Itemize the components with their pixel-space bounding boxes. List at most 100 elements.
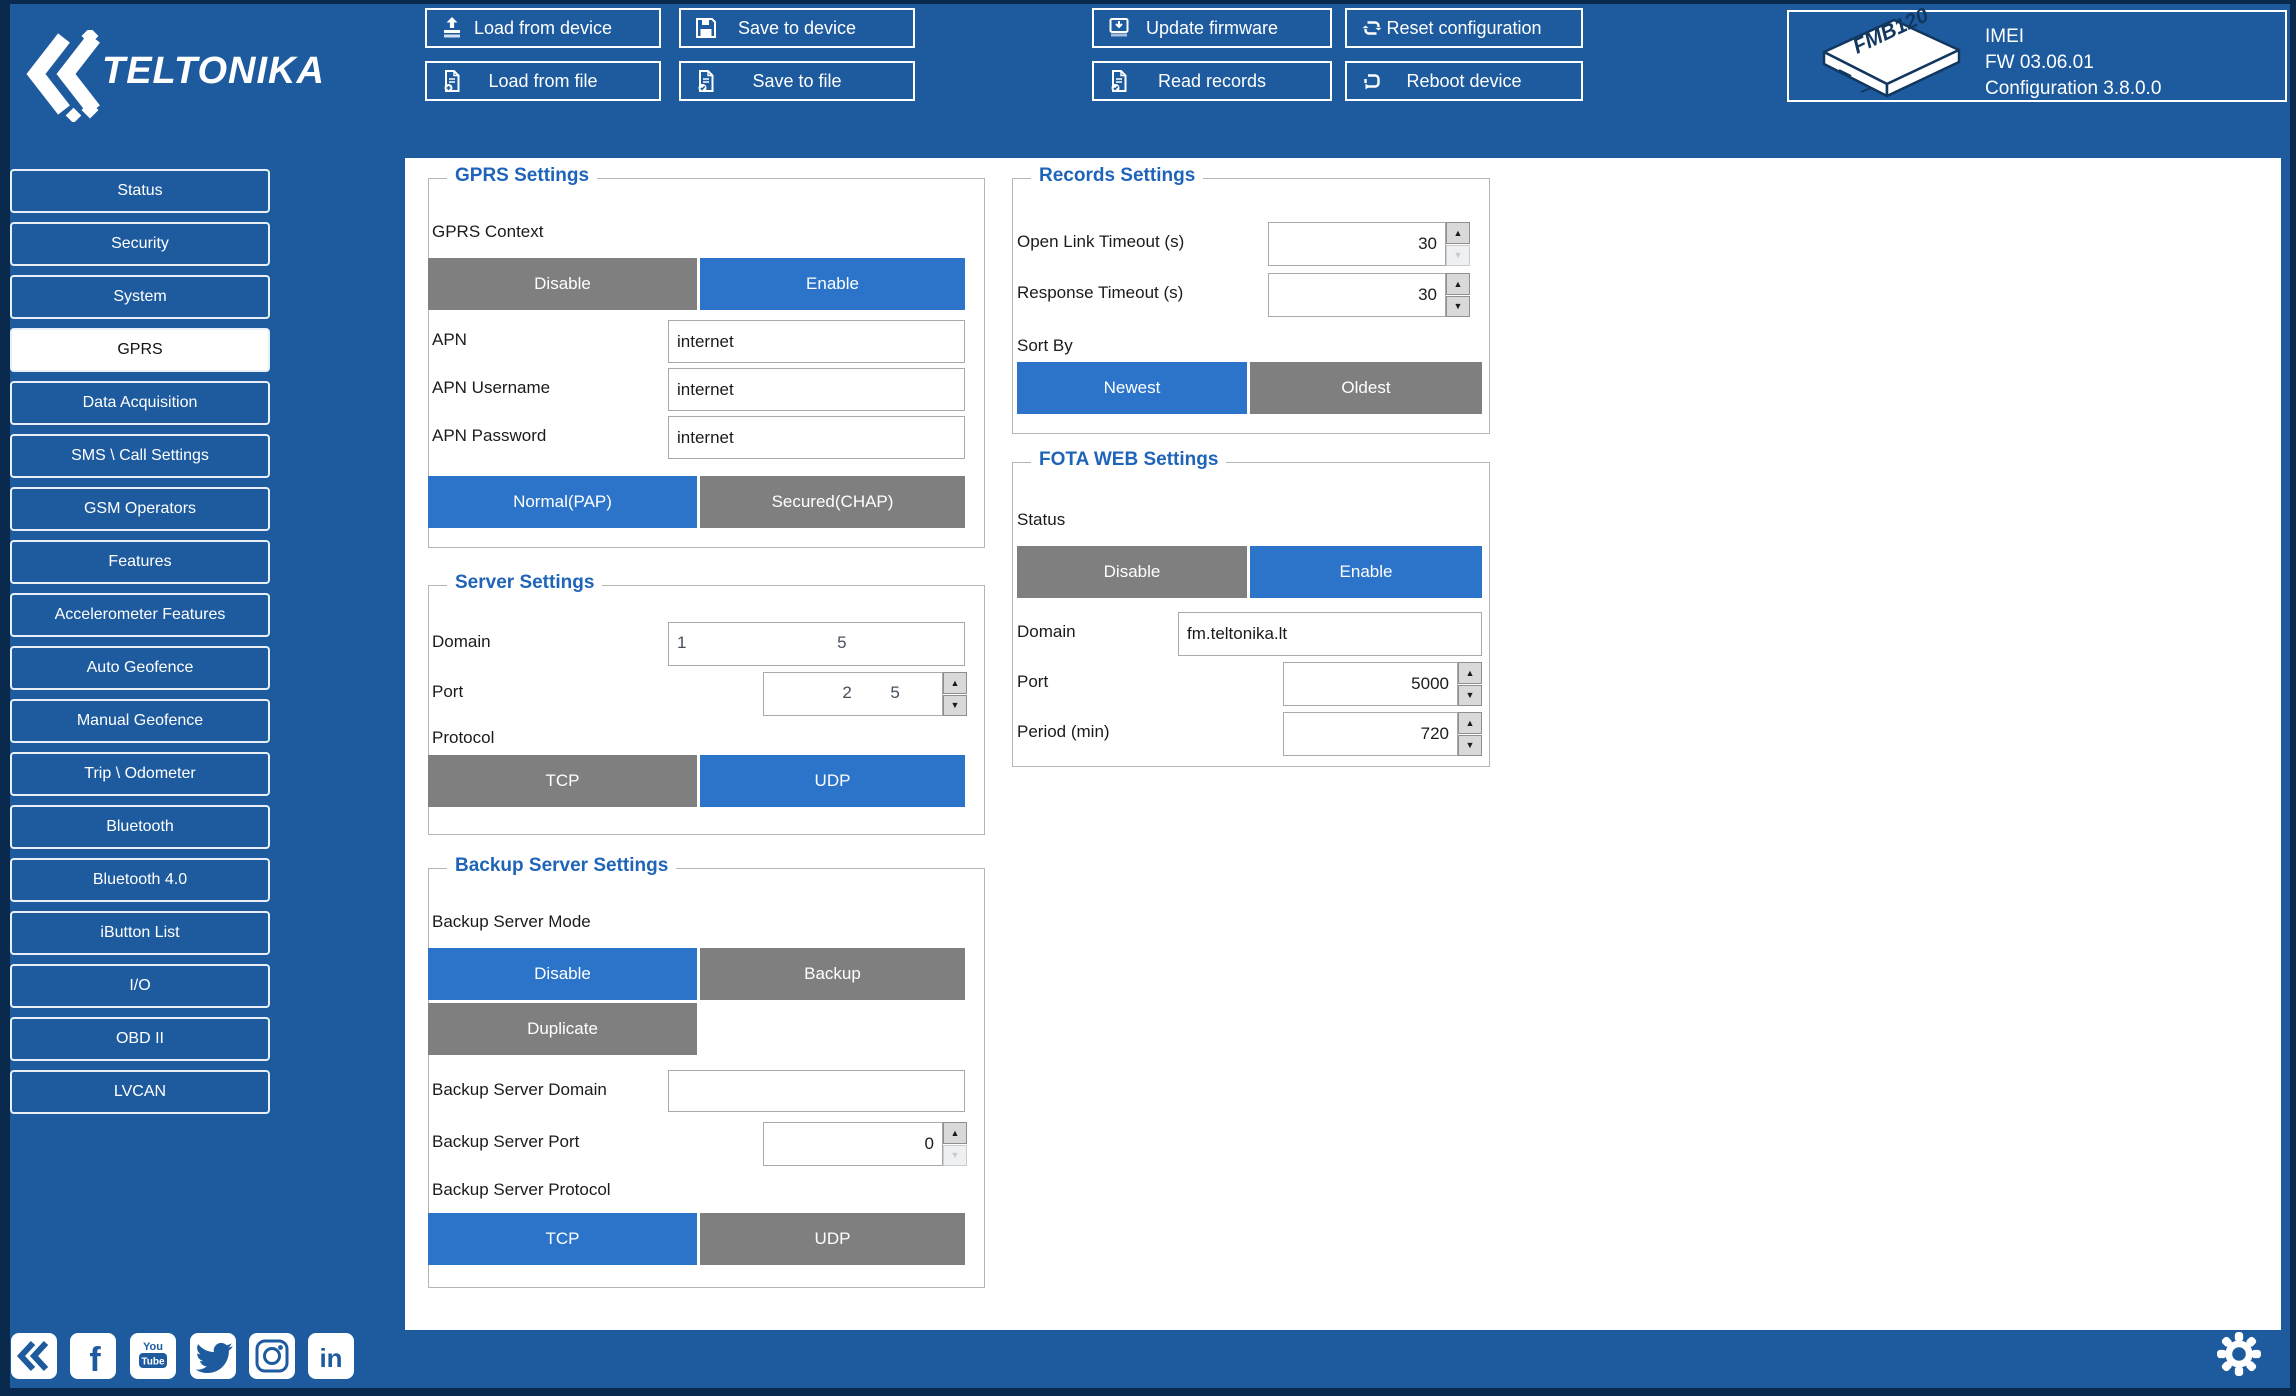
fota-period-spin-up[interactable]: ▲ [1458, 712, 1482, 734]
response-timeout-spinner: ▲ ▼ [1446, 273, 1470, 317]
open-link-timeout-spinner: ▲ ▼ [1446, 222, 1470, 266]
backup-server-protocol-label: Backup Server Protocol [432, 1180, 611, 1200]
backup-server-port-spin-down[interactable]: ▼ [943, 1145, 967, 1167]
auth-normal-pap-button[interactable]: Normal(PAP) [428, 476, 697, 528]
server-domain-fragment: 5 [837, 633, 846, 653]
device-info-panel: FMB120 IMEI FW 03.06.01 Configuration 3.… [1787, 10, 2287, 102]
fota-port-spinner: ▲ ▼ [1458, 662, 1482, 706]
backup-server-mode-label: Backup Server Mode [432, 912, 591, 932]
twitter-icon[interactable] [190, 1333, 236, 1379]
sidebar-item-lvcan[interactable]: LVCAN [10, 1070, 270, 1114]
apn-password-input[interactable] [668, 416, 965, 459]
save-to-device-button[interactable]: Save to device [679, 8, 915, 48]
response-timeout-spin-up[interactable]: ▲ [1446, 273, 1470, 295]
sidebar-item-gprs[interactable]: GPRS [10, 328, 270, 372]
apn-input[interactable] [668, 320, 965, 363]
open-link-timeout-spin-down[interactable]: ▼ [1446, 245, 1470, 267]
fota-domain-label: Domain [1017, 622, 1076, 642]
response-timeout-spin-down[interactable]: ▼ [1446, 296, 1470, 318]
backup-server-port-spin-up[interactable]: ▲ [943, 1122, 967, 1144]
sidebar-item-manual-geofence[interactable]: Manual Geofence [10, 699, 270, 743]
update-firmware-button[interactable]: Update firmware [1092, 8, 1332, 48]
window-frame-right [2290, 0, 2296, 1396]
fota-period-spinner: ▲ ▼ [1458, 712, 1482, 756]
youtube-icon[interactable]: YouTube [130, 1333, 176, 1379]
open-link-timeout-input[interactable] [1268, 222, 1446, 266]
device-imei: IMEI [1985, 24, 2161, 50]
sidebar-item-gsm-operators[interactable]: GSM Operators [10, 487, 270, 531]
sort-by-label: Sort By [1017, 336, 1073, 356]
response-timeout-input[interactable] [1268, 273, 1446, 317]
upload-icon [439, 15, 465, 41]
backup-server-domain-input[interactable] [668, 1070, 965, 1112]
sidebar-item-accelerometer-features[interactable]: Accelerometer Features [10, 593, 270, 637]
gprs-settings-title: GPRS Settings [447, 165, 597, 187]
instagram-icon[interactable] [249, 1333, 295, 1379]
server-port-spin-down[interactable]: ▼ [943, 695, 967, 717]
svg-text:in: in [319, 1343, 342, 1373]
fota-period-input[interactable] [1283, 712, 1458, 756]
file-plus-icon [439, 68, 465, 94]
sort-newest-button[interactable]: Newest [1017, 362, 1247, 414]
sidebar-item-data-acquisition[interactable]: Data Acquisition [10, 381, 270, 425]
backup-mode-duplicate-button[interactable]: Duplicate [428, 1003, 697, 1055]
settings-gear-icon[interactable] [2216, 1331, 2262, 1382]
window-frame-left [0, 0, 10, 1396]
teltonika-logo: TELTONIKA [102, 50, 325, 93]
load-from-device-button[interactable]: Load from device [425, 8, 661, 48]
window-frame-bottom [0, 1388, 2296, 1396]
device-configuration: Configuration 3.8.0.0 [1985, 76, 2161, 102]
reboot-device-button[interactable]: Reboot device [1345, 61, 1583, 101]
sidebar-item-bluetooth[interactable]: Bluetooth [10, 805, 270, 849]
fota-port-spin-down[interactable]: ▼ [1458, 685, 1482, 707]
sidebar-item-io[interactable]: I/O [10, 964, 270, 1008]
backup-mode-disable-button[interactable]: Disable [428, 948, 697, 1000]
server-port-fragment: 5 [890, 683, 899, 703]
backup-protocol-udp-button[interactable]: UDP [700, 1213, 965, 1265]
sidebar-item-bluetooth-40[interactable]: Bluetooth 4.0 [10, 858, 270, 902]
sidebar-item-ibutton-list[interactable]: iButton List [10, 911, 270, 955]
server-domain-label: Domain [432, 632, 491, 652]
server-port-spin-up[interactable]: ▲ [943, 672, 967, 694]
sidebar-item-security[interactable]: Security [10, 222, 270, 266]
device-firmware: FW 03.06.01 [1985, 50, 2161, 76]
server-port-label: Port [432, 682, 463, 702]
fota-port-spin-up[interactable]: ▲ [1458, 662, 1482, 684]
sidebar-item-obd-ii[interactable]: OBD II [10, 1017, 270, 1061]
backup-protocol-tcp-button[interactable]: TCP [428, 1213, 697, 1265]
save-to-file-button[interactable]: Save to file [679, 61, 915, 101]
apn-password-label: APN Password [432, 426, 546, 446]
fota-status-disable-button[interactable]: Disable [1017, 546, 1247, 598]
gprs-context-disable-button[interactable]: Disable [428, 258, 697, 310]
fota-period-spin-down[interactable]: ▼ [1458, 735, 1482, 757]
fota-domain-input[interactable] [1178, 612, 1482, 656]
sidebar-item-sms-call-settings[interactable]: SMS \ Call Settings [10, 434, 270, 478]
sidebar-item-trip-odometer[interactable]: Trip \ Odometer [10, 752, 270, 796]
teltonika-social-icon[interactable] [11, 1333, 57, 1379]
sidebar-item-system[interactable]: System [10, 275, 270, 319]
reset-configuration-button[interactable]: Reset configuration [1345, 8, 1583, 48]
backup-server-port-input[interactable] [763, 1122, 943, 1166]
linkedin-icon[interactable]: in [308, 1333, 354, 1379]
gprs-context-enable-button[interactable]: Enable [700, 258, 965, 310]
sidebar-item-status[interactable]: Status [10, 169, 270, 213]
records-settings-title: Records Settings [1031, 165, 1203, 187]
fota-status-enable-button[interactable]: Enable [1250, 546, 1482, 598]
open-link-timeout-spin-up[interactable]: ▲ [1446, 222, 1470, 244]
load-from-file-button[interactable]: Load from file [425, 61, 661, 101]
sort-oldest-button[interactable]: Oldest [1250, 362, 1482, 414]
read-records-button[interactable]: Read records [1092, 61, 1332, 101]
server-protocol-tcp-button[interactable]: TCP [428, 755, 697, 807]
server-protocol-udp-button[interactable]: UDP [700, 755, 965, 807]
facebook-icon[interactable]: f [70, 1333, 116, 1379]
sidebar-item-auto-geofence[interactable]: Auto Geofence [10, 646, 270, 690]
server-port-spinner: ▲ ▼ [943, 672, 967, 716]
apn-username-input[interactable] [668, 368, 965, 411]
auth-secured-chap-button[interactable]: Secured(CHAP) [700, 476, 965, 528]
file-check-icon [693, 68, 719, 94]
server-domain-input[interactable]: 1 5 [668, 622, 965, 666]
backup-mode-backup-button[interactable]: Backup [700, 948, 965, 1000]
server-port-input[interactable]: 2 5 [763, 672, 943, 716]
fota-port-input[interactable] [1283, 662, 1458, 706]
sidebar-item-features[interactable]: Features [10, 540, 270, 584]
